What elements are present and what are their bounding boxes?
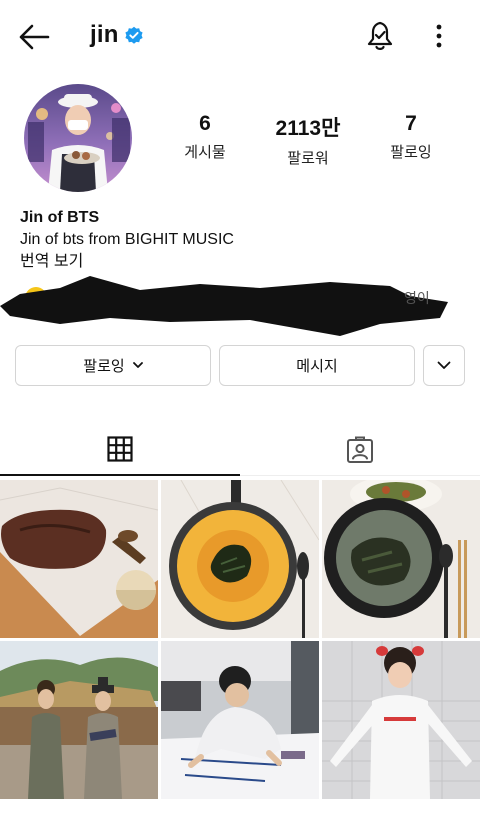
display-name: Jin of BTS	[20, 209, 100, 226]
profile-avatar[interactable]	[24, 84, 132, 192]
following-stat[interactable]: 7 팔로잉	[356, 112, 466, 162]
tab-posts-grid[interactable]	[0, 424, 240, 476]
post-thumbnail-6[interactable]	[322, 641, 480, 799]
chevron-down-icon	[437, 361, 451, 369]
profile-bio: Jin of BTS Jin of bts from BIGHIT MUSIC …	[20, 207, 460, 273]
post-thumbnail-1[interactable]	[0, 480, 158, 638]
following-button-label: 팔로잉	[83, 358, 125, 375]
followers-label: 팔로워	[287, 150, 329, 167]
followers-count: 2113만	[275, 117, 341, 140]
grid-icon	[107, 436, 133, 462]
post-thumbnail-2[interactable]	[161, 480, 319, 638]
translate-link[interactable]: 번역 보기	[20, 251, 460, 273]
top-bar: jin	[0, 0, 480, 72]
following-label: 팔로잉	[390, 144, 432, 161]
bell-check-icon[interactable]	[364, 20, 396, 52]
message-button-label: 메시지	[296, 358, 338, 375]
profile-tabs	[0, 424, 480, 476]
redacted-text-tail: 영이	[404, 290, 430, 306]
post-thumbnail-4[interactable]	[0, 641, 158, 799]
posts-label: 게시물	[184, 144, 226, 161]
verified-badge-icon	[125, 26, 143, 44]
post-thumbnail-3[interactable]	[322, 480, 480, 638]
message-button[interactable]: 메시지	[219, 345, 415, 386]
arrow-left-icon[interactable]	[18, 22, 50, 52]
profile-username: jin	[90, 21, 119, 48]
more-vertical-icon[interactable]	[428, 22, 450, 50]
following-button[interactable]: 팔로잉	[15, 345, 211, 386]
bio-text: Jin of bts from BIGHIT MUSIC	[20, 231, 234, 248]
post-thumbnail-5[interactable]	[161, 641, 319, 799]
tab-tagged[interactable]	[240, 424, 480, 476]
posts-count: 6	[199, 112, 211, 135]
suggested-accounts-button[interactable]	[423, 345, 465, 386]
posts-stat[interactable]: 6 게시물	[150, 112, 260, 162]
following-count: 7	[405, 112, 417, 135]
tagged-person-icon	[347, 436, 373, 463]
chevron-down-icon	[132, 362, 143, 368]
followers-stat[interactable]: 2113만 팔로워	[253, 112, 363, 168]
